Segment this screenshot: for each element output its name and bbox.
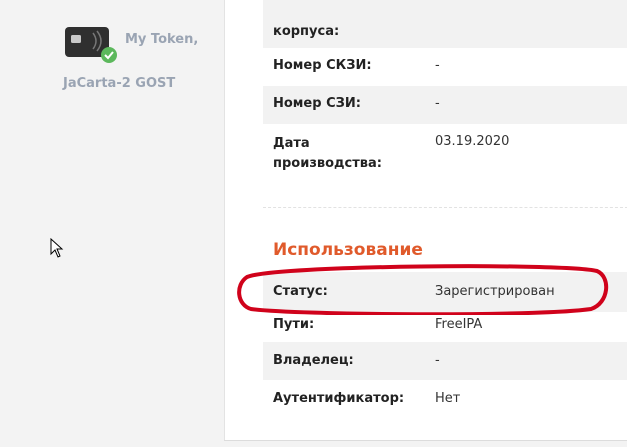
detail-row: корпуса: (263, 0, 627, 48)
token-name: My Token, (125, 32, 199, 47)
usage-row-authenticator: Аутентификатор: Нет (263, 380, 627, 418)
token-details-panel: корпуса: Номер СКЗИ: - Номер СЗИ: - Дата… (224, 0, 627, 440)
panel-bottom-border (224, 440, 627, 441)
detail-label: Аутентификатор: (273, 391, 405, 406)
usage-row-paths: Пути: FreeIPA (263, 312, 627, 342)
detail-row: Номер СКЗИ: - (263, 48, 627, 86)
detail-label: корпуса: (273, 24, 340, 39)
smart-card-icon (65, 27, 117, 63)
token-model: JaCarta-2 GOST (63, 76, 176, 91)
detail-value: 03.19.2020 (435, 134, 510, 149)
sidebar: My Token, JaCarta-2 GOST (0, 0, 224, 447)
section-divider (263, 207, 627, 208)
detail-value: FreeIPA (435, 317, 483, 332)
detail-value: Нет (435, 391, 461, 406)
detail-label: Дата производства: (273, 136, 382, 171)
mouse-cursor-icon (50, 238, 64, 258)
detail-value: - (435, 58, 440, 73)
detail-label: Номер СЗИ: (273, 96, 361, 111)
detail-row: Номер СЗИ: - (263, 86, 627, 124)
detail-label: Пути: (273, 317, 315, 332)
detail-row: Дата производства: 03.19.2020 (263, 124, 627, 184)
usage-row-owner: Владелец: - (263, 342, 627, 380)
highlight-annotation-ellipse (237, 264, 608, 315)
detail-label: Номер СКЗИ: (273, 58, 372, 73)
usage-section-title: Использование (273, 240, 423, 260)
detail-value: - (435, 96, 440, 111)
detail-label: Владелец: (273, 353, 354, 368)
detail-value: - (435, 353, 440, 368)
